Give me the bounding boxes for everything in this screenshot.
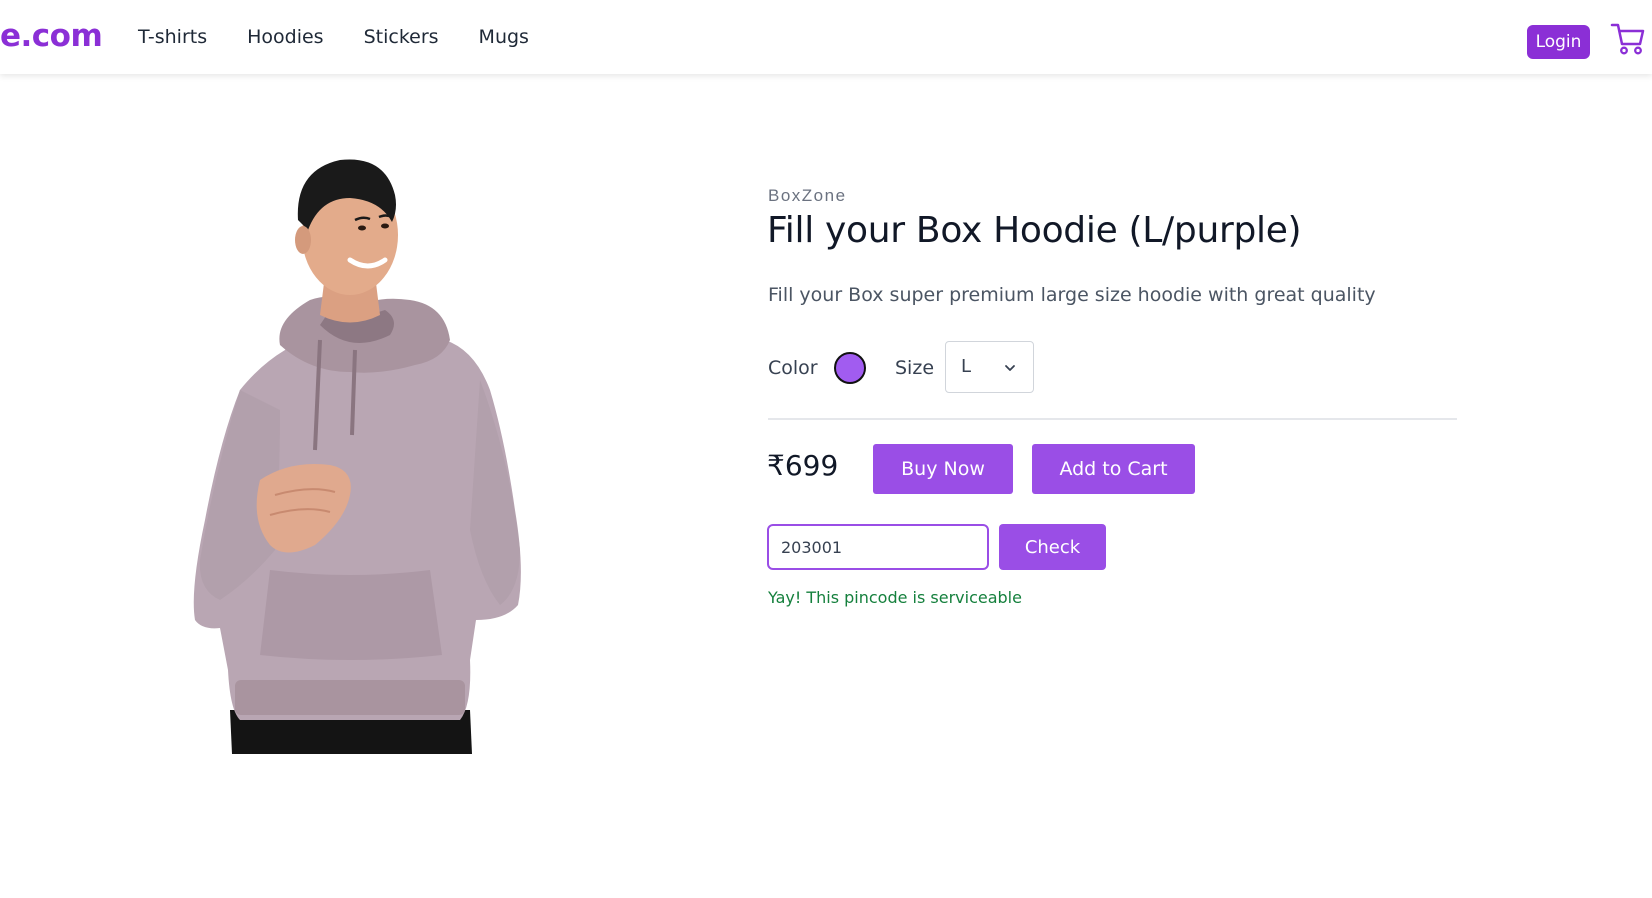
nav-link-tshirts[interactable]: T-shirts bbox=[138, 26, 207, 48]
site-logo[interactable]: e.com bbox=[0, 12, 103, 60]
nav-link-hoodies[interactable]: Hoodies bbox=[247, 26, 323, 48]
divider bbox=[768, 418, 1457, 420]
color-label: Color bbox=[768, 357, 818, 379]
size-select-value: L bbox=[961, 356, 972, 377]
size-label: Size bbox=[895, 357, 935, 379]
main-nav: T-shirts Hoodies Stickers Mugs bbox=[138, 0, 569, 74]
product-image bbox=[193, 159, 521, 754]
pincode-input[interactable] bbox=[767, 524, 989, 570]
check-pincode-button[interactable]: Check bbox=[999, 524, 1106, 570]
product-price: ₹699 bbox=[767, 449, 839, 482]
nav-link-mugs[interactable]: Mugs bbox=[479, 26, 529, 48]
product-title: Fill your Box Hoodie (L/purple) bbox=[767, 210, 1302, 251]
add-to-cart-button[interactable]: Add to Cart bbox=[1032, 444, 1195, 494]
site-header: e.com T-shirts Hoodies Stickers Mugs Log… bbox=[0, 0, 1652, 74]
size-select[interactable]: L bbox=[945, 341, 1034, 393]
login-button[interactable]: Login bbox=[1527, 25, 1590, 59]
color-swatch-purple[interactable] bbox=[834, 352, 866, 384]
buy-now-button[interactable]: Buy Now bbox=[873, 444, 1013, 494]
pincode-status-message: Yay! This pincode is serviceable bbox=[768, 588, 1022, 607]
brand-name: BoxZone bbox=[768, 186, 847, 205]
nav-link-stickers[interactable]: Stickers bbox=[364, 26, 439, 48]
chevron-down-icon bbox=[1005, 365, 1015, 371]
cart-icon[interactable] bbox=[1610, 22, 1646, 56]
product-description: Fill your Box super premium large size h… bbox=[768, 284, 1376, 306]
